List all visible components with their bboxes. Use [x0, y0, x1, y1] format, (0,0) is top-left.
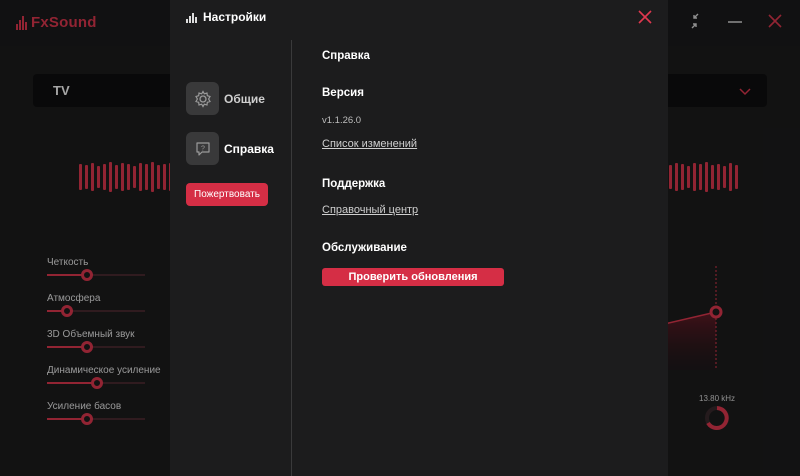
close-settings-icon[interactable] — [637, 9, 653, 30]
maintenance-heading: Обслуживание — [322, 242, 407, 254]
nav-label: Общие — [224, 91, 265, 106]
svg-text:?: ? — [201, 145, 205, 152]
nav-label: Справка — [224, 141, 274, 156]
section-title: Справка — [322, 50, 370, 62]
settings-dialog: Настройки Общие ? Справка Пожертвовать С… — [170, 0, 668, 476]
version-heading: Версия — [322, 87, 364, 99]
help-center-link[interactable]: Справочный центр — [322, 204, 418, 216]
support-heading: Поддержка — [322, 178, 386, 190]
settings-logo-icon — [186, 12, 197, 23]
settings-nav-general[interactable]: Общие — [186, 82, 265, 115]
settings-nav: Общие ? Справка Пожертвовать — [170, 40, 292, 476]
gear-icon — [186, 82, 219, 115]
settings-nav-help[interactable]: ? Справка — [186, 132, 274, 165]
donate-button[interactable]: Пожертвовать — [186, 183, 268, 206]
version-value: v1.1.26.0 — [322, 115, 362, 126]
changelog-link[interactable]: Список изменений — [322, 138, 417, 150]
help-icon: ? — [186, 132, 219, 165]
settings-title: Настройки — [186, 10, 266, 24]
check-updates-button[interactable]: Проверить обновления — [322, 268, 504, 286]
